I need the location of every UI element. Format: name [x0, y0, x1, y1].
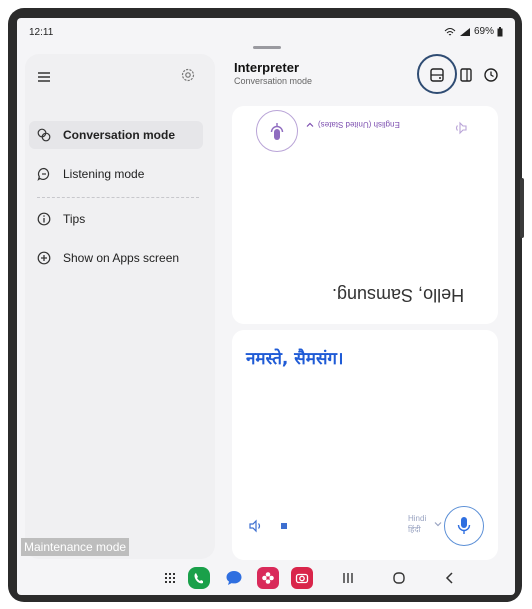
user-language-selector[interactable]: Hindi हिंदी — [408, 513, 426, 535]
wifi-icon — [444, 27, 456, 35]
side-panel-icon[interactable] — [457, 66, 475, 84]
user-mic-button[interactable] — [444, 506, 484, 546]
history-clock-icon[interactable] — [482, 66, 500, 84]
info-icon — [37, 212, 51, 226]
page-subtitle: Conversation mode — [234, 76, 313, 86]
sidebar-item-conversation-mode[interactable]: Conversation mode — [29, 121, 203, 149]
chevron-down-icon[interactable] — [434, 520, 442, 528]
user-language-label: Hindi — [408, 514, 427, 523]
screen: 12:11 69% Conversation mode Listening mo… — [17, 18, 515, 595]
phone-icon — [194, 573, 203, 584]
status-icons: 69% — [444, 26, 503, 37]
partner-translation-text: Hello, Samsung. — [332, 285, 465, 305]
menu-icon[interactable] — [37, 70, 51, 84]
sidebar-item-listening-mode[interactable]: Listening mode — [29, 160, 203, 188]
sidebar-item-label: Show on Apps screen — [63, 251, 180, 265]
apps-grid-icon[interactable] — [159, 567, 181, 589]
sidebar-item-show-on-apps-screen[interactable]: Show on Apps screen — [29, 244, 203, 272]
taskbar — [17, 563, 515, 595]
sidebar-item-tips[interactable]: Tips — [29, 205, 203, 233]
sidebar-item-label: Tips — [63, 212, 86, 226]
chevron-up-icon — [306, 122, 314, 127]
phone-app-icon[interactable] — [188, 567, 210, 589]
status-time: 12:11 — [29, 27, 54, 38]
recent-apps-icon[interactable] — [337, 567, 359, 589]
sidebar-divider — [37, 197, 199, 198]
gear-icon[interactable] — [179, 66, 197, 84]
microphone-icon — [457, 517, 471, 534]
sidebar: Conversation mode Listening mode Tips Sh… — [25, 54, 215, 559]
drag-handle[interactable] — [253, 46, 281, 49]
page-title: Interpreter — [234, 60, 300, 75]
partner-panel: English (United States) Hello, Samsung. — [232, 106, 498, 324]
home-icon[interactable] — [388, 567, 410, 589]
back-icon[interactable] — [439, 567, 461, 589]
signal-icon — [459, 27, 470, 36]
partner-language-label: English (United States) — [318, 120, 400, 129]
partner-language-selector[interactable]: English (United States) — [306, 120, 400, 129]
user-translation-text: नमस्ते, सैमसंग। — [246, 349, 344, 369]
user-language-native-label: हिंदी — [408, 525, 421, 534]
chat-bubbles-icon — [37, 128, 51, 142]
flower-app-icon[interactable] — [257, 567, 279, 589]
plus-circle-icon — [37, 251, 51, 265]
camera-icon — [295, 573, 309, 584]
listening-bubble-icon — [37, 167, 50, 181]
flower-icon — [262, 572, 274, 584]
status-bar: 12:11 69% — [17, 18, 515, 44]
side-button — [520, 178, 524, 238]
user-panel: नमस्ते, सैमसंग। Hindi हिंदी — [232, 330, 498, 560]
maintenance-mode-badge: Maintenance mode — [21, 538, 130, 556]
dual-screen-icon[interactable] — [428, 66, 446, 84]
battery-percent: 69% — [473, 26, 494, 37]
message-bubble-icon — [226, 571, 242, 585]
sidebar-item-label: Conversation mode — [63, 128, 176, 142]
microphone-icon — [270, 123, 284, 140]
sidebar-item-label: Listening mode — [63, 167, 145, 181]
speaker-icon[interactable] — [452, 120, 468, 136]
camera-app-icon[interactable] — [291, 567, 313, 589]
battery-icon — [497, 26, 503, 36]
speaker-icon[interactable] — [248, 518, 264, 534]
stop-icon[interactable] — [276, 518, 292, 534]
messages-app-icon[interactable] — [223, 567, 245, 589]
partner-mic-button[interactable] — [256, 110, 298, 152]
